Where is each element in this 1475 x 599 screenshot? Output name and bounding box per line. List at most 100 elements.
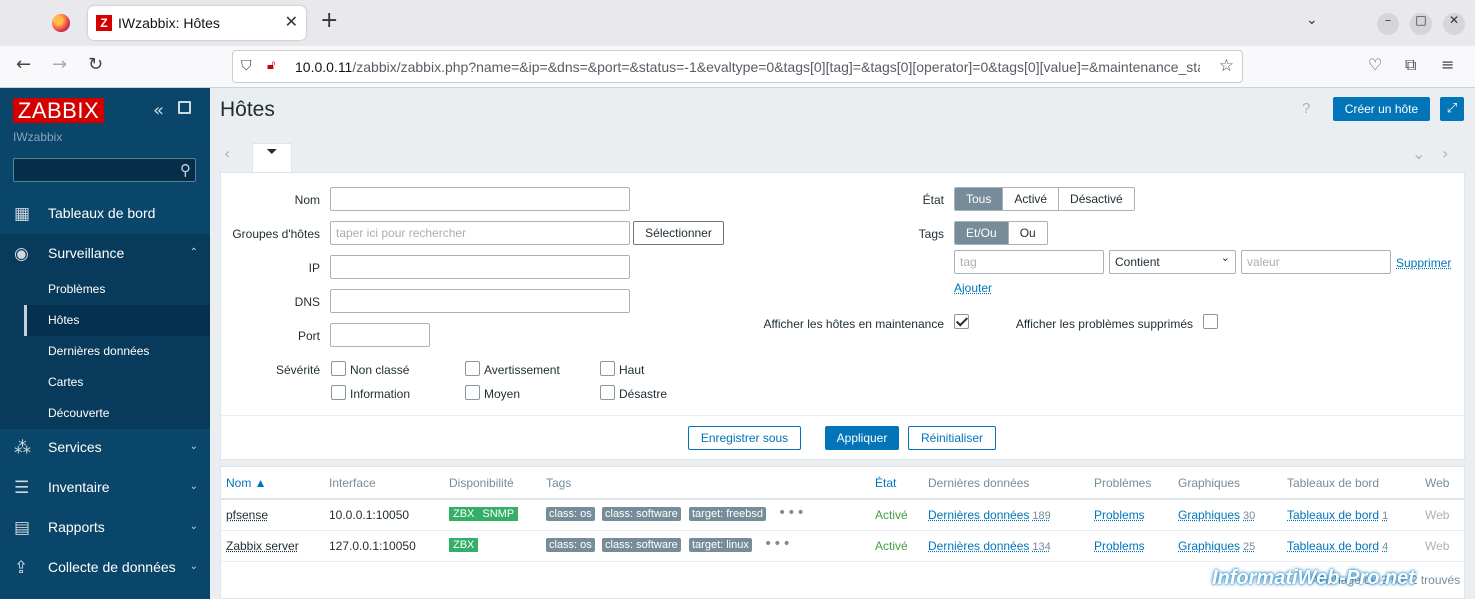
url-text[interactable]: 10.0.0.11/zabbix/zabbix.php?name=&ip=&dn… xyxy=(295,59,1200,75)
severity-information-checkbox[interactable] xyxy=(331,385,346,400)
web-value: Web xyxy=(1425,508,1450,522)
dashboards-link[interactable]: Tableaux de bord 4 xyxy=(1287,539,1388,553)
back-icon[interactable]: ← xyxy=(16,54,31,75)
sidebar-item-dashboards[interactable]: ▦ Tableaux de bord xyxy=(0,194,210,234)
state-enabled-option[interactable]: Activé xyxy=(1002,188,1059,210)
menu-icon[interactable]: ≡ xyxy=(1441,55,1454,74)
sidebar-item-maps[interactable]: Cartes xyxy=(24,367,210,398)
firefox-icon[interactable] xyxy=(52,14,70,32)
graphs-link[interactable]: Graphiques 25 xyxy=(1178,539,1255,553)
filter-tab[interactable]: ⏷ xyxy=(252,143,292,172)
tags-or-option[interactable]: Ou xyxy=(1007,222,1047,244)
sidebar-search-input[interactable]: ⚲ xyxy=(13,158,196,182)
problems-link[interactable]: Problems xyxy=(1094,539,1145,553)
extensions-icon[interactable]: ⧉ xyxy=(1405,55,1416,75)
graphs-link[interactable]: Graphiques 30 xyxy=(1178,508,1255,522)
problems-link[interactable]: Problems xyxy=(1094,508,1145,522)
host-name-link[interactable]: pfsense xyxy=(226,508,268,522)
more-tags-icon[interactable]: ••• xyxy=(778,505,806,521)
sidebar-item-reports[interactable]: ▤ Rapports ⌄ xyxy=(0,508,210,548)
zabbix-logo[interactable]: ZABBIX xyxy=(13,98,104,123)
list-tabs-icon[interactable]: ⌄ xyxy=(1306,12,1318,28)
sidebar-item-data-collection[interactable]: ⇪ Collecte de données ⌄ xyxy=(0,548,210,588)
minimize-icon[interactable]: – xyxy=(1377,13,1399,35)
tag-badge[interactable]: class: software xyxy=(602,538,681,552)
browser-tab[interactable]: Z IWzabbix: Hôtes ✕ xyxy=(88,6,306,40)
suppressed-checkbox[interactable] xyxy=(1203,314,1218,329)
availability-snmp-badge[interactable]: SNMP xyxy=(478,507,519,521)
port-input[interactable] xyxy=(330,323,430,347)
host-state[interactable]: Activé xyxy=(875,508,908,522)
pocket-icon[interactable]: ♡ xyxy=(1368,55,1382,74)
reload-icon[interactable]: ↻ xyxy=(88,54,103,75)
bookmark-star-icon[interactable]: ☆ xyxy=(1219,56,1234,76)
search-icon[interactable]: ⚲ xyxy=(180,161,191,179)
sidebar-item-latest-data[interactable]: Dernières données xyxy=(24,336,210,367)
severity-disaster-checkbox[interactable] xyxy=(600,385,615,400)
tag-badge[interactable]: class: os xyxy=(546,507,595,521)
close-window-icon[interactable]: ✕ xyxy=(1443,13,1465,35)
state-segmented-control[interactable]: Tous Activé Désactivé xyxy=(954,187,1135,211)
filter-panel: Nom Groupes d'hôtes Sélectionner IP DNS … xyxy=(220,172,1465,460)
availability-zbx-badge[interactable]: ZBX xyxy=(449,538,479,552)
tag-operator-select[interactable]: Contient ⌄ xyxy=(1109,250,1236,274)
maintenance-checkbox[interactable] xyxy=(954,314,969,329)
chevron-right-icon[interactable]: › xyxy=(1442,144,1448,163)
name-input[interactable] xyxy=(330,187,630,211)
host-state[interactable]: Activé xyxy=(875,539,908,553)
row-divider xyxy=(221,530,1464,531)
tag-name-input[interactable] xyxy=(954,250,1104,274)
create-host-button[interactable]: Créer un hôte xyxy=(1333,97,1430,121)
fullscreen-icon[interactable]: ⤢ xyxy=(1440,97,1464,121)
collapse-sidebar-icon[interactable]: « xyxy=(153,100,164,121)
header-state[interactable]: État xyxy=(875,476,896,490)
add-tag-link[interactable]: Ajouter xyxy=(954,281,992,295)
tag-badge[interactable]: target: linux xyxy=(689,538,752,552)
more-tags-icon[interactable]: ••• xyxy=(764,536,792,552)
insecure-lock-icon[interactable]: 🔓︎ xyxy=(267,58,275,73)
apply-button[interactable]: Appliquer xyxy=(825,426,899,450)
reset-button[interactable]: Réinitialiser xyxy=(908,426,996,450)
latest-data-link[interactable]: Dernières données 134 xyxy=(928,539,1051,553)
select-groups-button[interactable]: Sélectionner xyxy=(633,221,724,245)
close-tab-icon[interactable]: ✕ xyxy=(285,12,298,31)
chevron-left-icon[interactable]: ‹ xyxy=(224,144,230,163)
sidebar-item-problems[interactable]: Problèmes xyxy=(24,274,210,305)
tag-badge[interactable]: target: freebsd xyxy=(689,507,766,521)
hide-sidebar-icon[interactable] xyxy=(178,101,191,114)
forward-icon[interactable]: → xyxy=(52,54,67,75)
tags-evaltype-control[interactable]: Et/Ou Ou xyxy=(954,221,1048,245)
url-bar[interactable]: ⛉ 🔓︎ 10.0.0.11/zabbix/zabbix.php?name=&i… xyxy=(232,50,1243,83)
sidebar-item-hosts[interactable]: Hôtes xyxy=(24,305,210,336)
new-tab-icon[interactable]: + xyxy=(320,8,338,33)
header-name[interactable]: Nom ▲ xyxy=(226,476,267,490)
tag-badge[interactable]: class: os xyxy=(546,538,595,552)
severity-warning-checkbox[interactable] xyxy=(465,361,480,376)
host-groups-input[interactable] xyxy=(330,221,630,245)
sidebar-item-services[interactable]: ⁂ Services ⌄ xyxy=(0,428,210,468)
report-icon: ▤ xyxy=(14,518,31,538)
remove-tag-link[interactable]: Supprimer xyxy=(1396,256,1451,270)
dns-input[interactable] xyxy=(330,289,630,313)
tag-badge[interactable]: class: software xyxy=(602,507,681,521)
severity-high-checkbox[interactable] xyxy=(600,361,615,376)
state-disabled-option[interactable]: Désactivé xyxy=(1058,188,1134,210)
sidebar-item-inventory[interactable]: ☰ Inventaire ⌄ xyxy=(0,468,210,508)
sidebar-item-discovery[interactable]: Découverte xyxy=(24,398,210,429)
severity-average-checkbox[interactable] xyxy=(465,385,480,400)
ip-input[interactable] xyxy=(330,255,630,279)
shield-icon[interactable]: ⛉ xyxy=(241,58,252,74)
tags-and-or-option[interactable]: Et/Ou xyxy=(955,222,1008,244)
help-icon[interactable]: ? xyxy=(1302,100,1310,117)
tag-value-input[interactable] xyxy=(1241,250,1391,274)
severity-not-classified-checkbox[interactable] xyxy=(331,361,346,376)
latest-data-link[interactable]: Dernières données 189 xyxy=(928,508,1051,522)
sidebar-item-monitoring[interactable]: ◉ Surveillance ⌃ xyxy=(0,234,210,274)
state-all-option[interactable]: Tous xyxy=(955,188,1003,210)
host-name-link[interactable]: Zabbix server xyxy=(226,539,299,553)
save-as-button[interactable]: Enregistrer sous xyxy=(688,426,801,450)
availability-zbx-badge[interactable]: ZBX xyxy=(449,507,479,521)
dashboards-link[interactable]: Tableaux de bord 1 xyxy=(1287,508,1388,522)
chevron-down-icon[interactable]: ⌄ xyxy=(1412,144,1425,163)
maximize-icon[interactable]: □ xyxy=(1410,13,1432,35)
